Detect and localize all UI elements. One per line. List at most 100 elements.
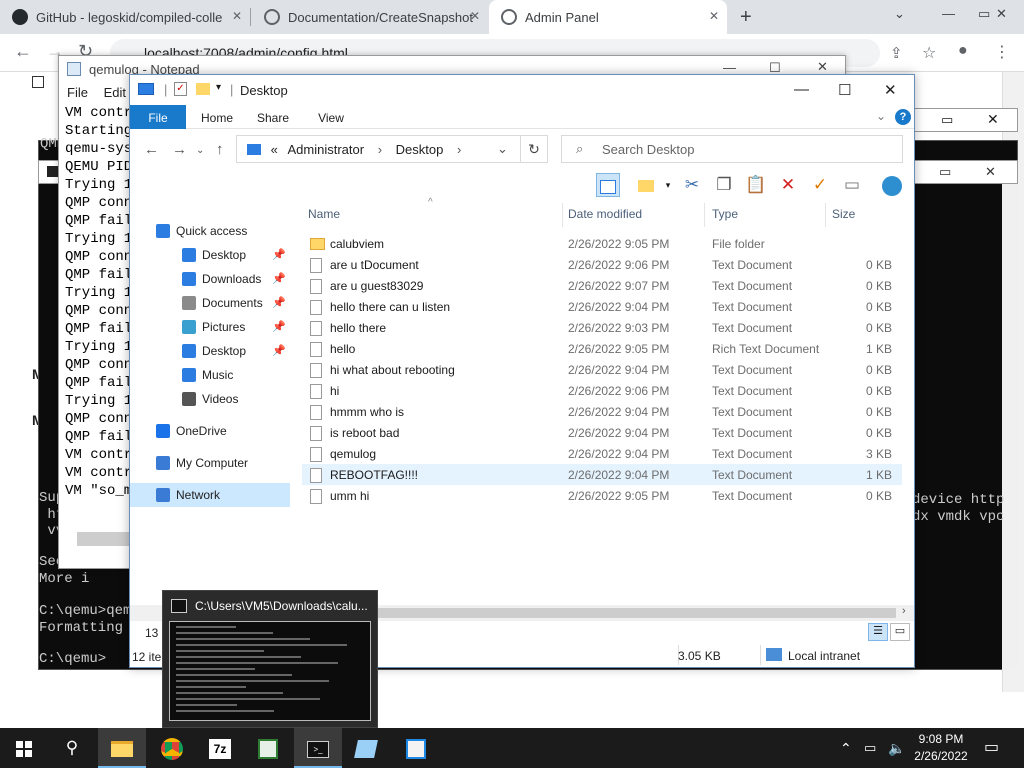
file-row[interactable]: is reboot bad 2/26/2022 9:04 PM Text Docum…: [302, 422, 902, 443]
new-folder-icon[interactable]: [196, 83, 210, 95]
paste-icon[interactable]: 📋: [744, 173, 768, 197]
preview-thumbnail[interactable]: [169, 621, 371, 721]
tab-documentation[interactable]: Documentation/CreateSnapshot ✕: [252, 0, 488, 34]
pin-icon[interactable]: 📌: [272, 272, 286, 285]
pin-icon[interactable]: 📌: [272, 344, 286, 357]
restore-icon[interactable]: ▭: [941, 112, 953, 128]
menu-file[interactable]: File: [67, 85, 88, 100]
file-row[interactable]: calubviem 2/26/2022 9:05 PM File folder: [302, 233, 902, 254]
chevron-right-icon[interactable]: ›: [902, 605, 906, 617]
nav-item-onedrive[interactable]: OneDrive: [130, 419, 290, 443]
menu-icon[interactable]: ⋮: [994, 42, 1010, 62]
close-icon[interactable]: ✕: [232, 9, 242, 23]
chevron-down-icon[interactable]: ⌄: [876, 109, 886, 123]
chevron-right-icon[interactable]: ›: [378, 142, 382, 157]
wordpad-icon[interactable]: [342, 728, 390, 768]
star-icon[interactable]: ☆: [922, 43, 936, 63]
search-input[interactable]: ⌕ Search Desktop: [561, 135, 903, 163]
windows-start-icon[interactable]: [0, 728, 48, 768]
file-row[interactable]: hello 2/26/2022 9:05 PM Rich Text Document…: [302, 338, 902, 359]
chrome-icon[interactable]: [148, 728, 196, 768]
nav-item-music[interactable]: Music: [130, 363, 290, 387]
file-row[interactable]: hi 2/26/2022 9:06 PM Text Document 0 KB: [302, 380, 902, 401]
minimize-icon[interactable]: —: [723, 60, 736, 75]
column-separator[interactable]: [825, 203, 826, 227]
new-tab-icon[interactable]: +: [740, 6, 752, 29]
chevron-down-icon[interactable]: ⌄: [497, 141, 508, 157]
volume-icon[interactable]: 🔈: [888, 728, 905, 768]
tab-github[interactable]: GitHub - legoskid/compiled-colle ✕: [0, 0, 250, 34]
network-icon[interactable]: ▭: [864, 728, 876, 768]
rename-icon[interactable]: ▭: [840, 173, 864, 197]
copy-icon[interactable]: ❐: [712, 173, 736, 197]
file-row[interactable]: are u tDocument 2/26/2022 9:06 PM Text Doc…: [302, 254, 902, 275]
nav-item-documents[interactable]: Documents 📌: [130, 291, 290, 315]
tab-admin-panel[interactable]: Admin Panel ✕: [489, 0, 727, 34]
share-icon[interactable]: ⇪: [890, 44, 903, 62]
globe-icon[interactable]: [880, 173, 904, 197]
search-icon[interactable]: ⚲: [48, 728, 96, 768]
properties-check-icon[interactable]: ✓: [808, 173, 832, 197]
close-icon[interactable]: ✕: [987, 111, 999, 128]
command-prompt-icon[interactable]: >_: [294, 728, 342, 768]
close-icon[interactable]: ✕: [470, 9, 480, 23]
chevron-right-icon[interactable]: ›: [457, 142, 461, 157]
close-icon[interactable]: ✕: [709, 9, 719, 23]
column-header-name[interactable]: Name: [308, 207, 340, 221]
refresh-button[interactable]: ↻: [520, 135, 548, 163]
cut-icon[interactable]: ✂: [680, 173, 704, 197]
minimize-icon[interactable]: —: [942, 6, 955, 21]
minimize-icon[interactable]: —: [794, 81, 809, 98]
file-row[interactable]: hello there can u listen 2/26/2022 9:04 P…: [302, 296, 902, 317]
file-row[interactable]: hmmm who is 2/26/2022 9:04 PM Text Documen…: [302, 401, 902, 422]
restore-icon[interactable]: ▭: [978, 6, 990, 22]
file-row[interactable]: hello there 2/26/2022 9:03 PM Text Documen…: [302, 317, 902, 338]
file-row[interactable]: umm hi 2/26/2022 9:05 PM Text Document 0 KB: [302, 485, 902, 506]
breadcrumb-desktop[interactable]: Desktop: [396, 142, 444, 157]
back-icon[interactable]: ←: [144, 141, 159, 158]
nav-item-desktop[interactable]: Desktop 📌: [130, 243, 290, 267]
file-row[interactable]: REBOOTFAG!!!! 2/26/2022 9:04 PM Text Docum…: [302, 464, 902, 485]
close-icon[interactable]: ✕: [817, 59, 828, 75]
tab-view[interactable]: View: [306, 105, 356, 129]
notepad-text-area[interactable]: VM contr Starting qemu-sys QEMU PID Trying 1…: [65, 104, 135, 554]
horizontal-scrollbar-thumb[interactable]: [77, 532, 129, 546]
menu-edit[interactable]: Edit: [104, 85, 126, 100]
notepad-app-icon[interactable]: [244, 728, 292, 768]
chevron-down-icon[interactable]: ⌄: [894, 6, 905, 22]
nav-item-pictures[interactable]: Pictures 📌: [130, 315, 290, 339]
scrollbar-thumb[interactable]: [376, 608, 896, 618]
notification-icon[interactable]: ▭: [984, 728, 999, 768]
maximize-icon[interactable]: ☐: [838, 81, 851, 99]
nav-item-downloads[interactable]: Downloads 📌: [130, 267, 290, 291]
preview-pane-icon[interactable]: [596, 173, 620, 197]
nav-item-quick-access[interactable]: Quick access: [130, 219, 290, 243]
tab-file[interactable]: File: [130, 105, 186, 129]
pin-icon[interactable]: 📌: [272, 320, 286, 333]
new-folder-icon[interactable]: [634, 173, 658, 197]
details-view-icon[interactable]: ☰: [868, 623, 888, 641]
chevron-down-icon[interactable]: ⌄: [196, 145, 204, 156]
restore-icon[interactable]: ▭: [939, 164, 951, 180]
help-icon[interactable]: ?: [895, 109, 911, 125]
breadcrumb-administrator[interactable]: Administrator: [287, 142, 364, 157]
taskbar-preview[interactable]: C:\Users\VM5\Downloads\calu...: [162, 590, 378, 728]
pin-icon[interactable]: 📌: [272, 248, 286, 261]
nav-item-network[interactable]: Network: [130, 483, 290, 507]
delete-icon[interactable]: ✕: [776, 173, 800, 197]
column-header-type[interactable]: Type: [712, 207, 738, 221]
chevron-down-icon[interactable]: ▾: [656, 173, 680, 197]
column-header-size[interactable]: Size: [832, 207, 855, 221]
chevron-up-icon[interactable]: ⌃: [840, 728, 852, 768]
back-icon[interactable]: ←: [14, 41, 32, 62]
large-icons-view-icon[interactable]: ▭: [890, 623, 910, 641]
checkbox[interactable]: [32, 76, 44, 88]
column-separator[interactable]: [562, 203, 563, 227]
nav-item-videos[interactable]: Videos: [130, 387, 290, 411]
file-explorer-icon[interactable]: [98, 728, 146, 768]
column-header-date-modified[interactable]: Date modified: [568, 207, 642, 221]
column-separator[interactable]: [704, 203, 705, 227]
profile-icon[interactable]: ●: [958, 42, 968, 60]
address-bar[interactable]: « Administrator › Desktop › ⌄: [236, 135, 521, 163]
close-icon[interactable]: ✕: [884, 81, 897, 99]
